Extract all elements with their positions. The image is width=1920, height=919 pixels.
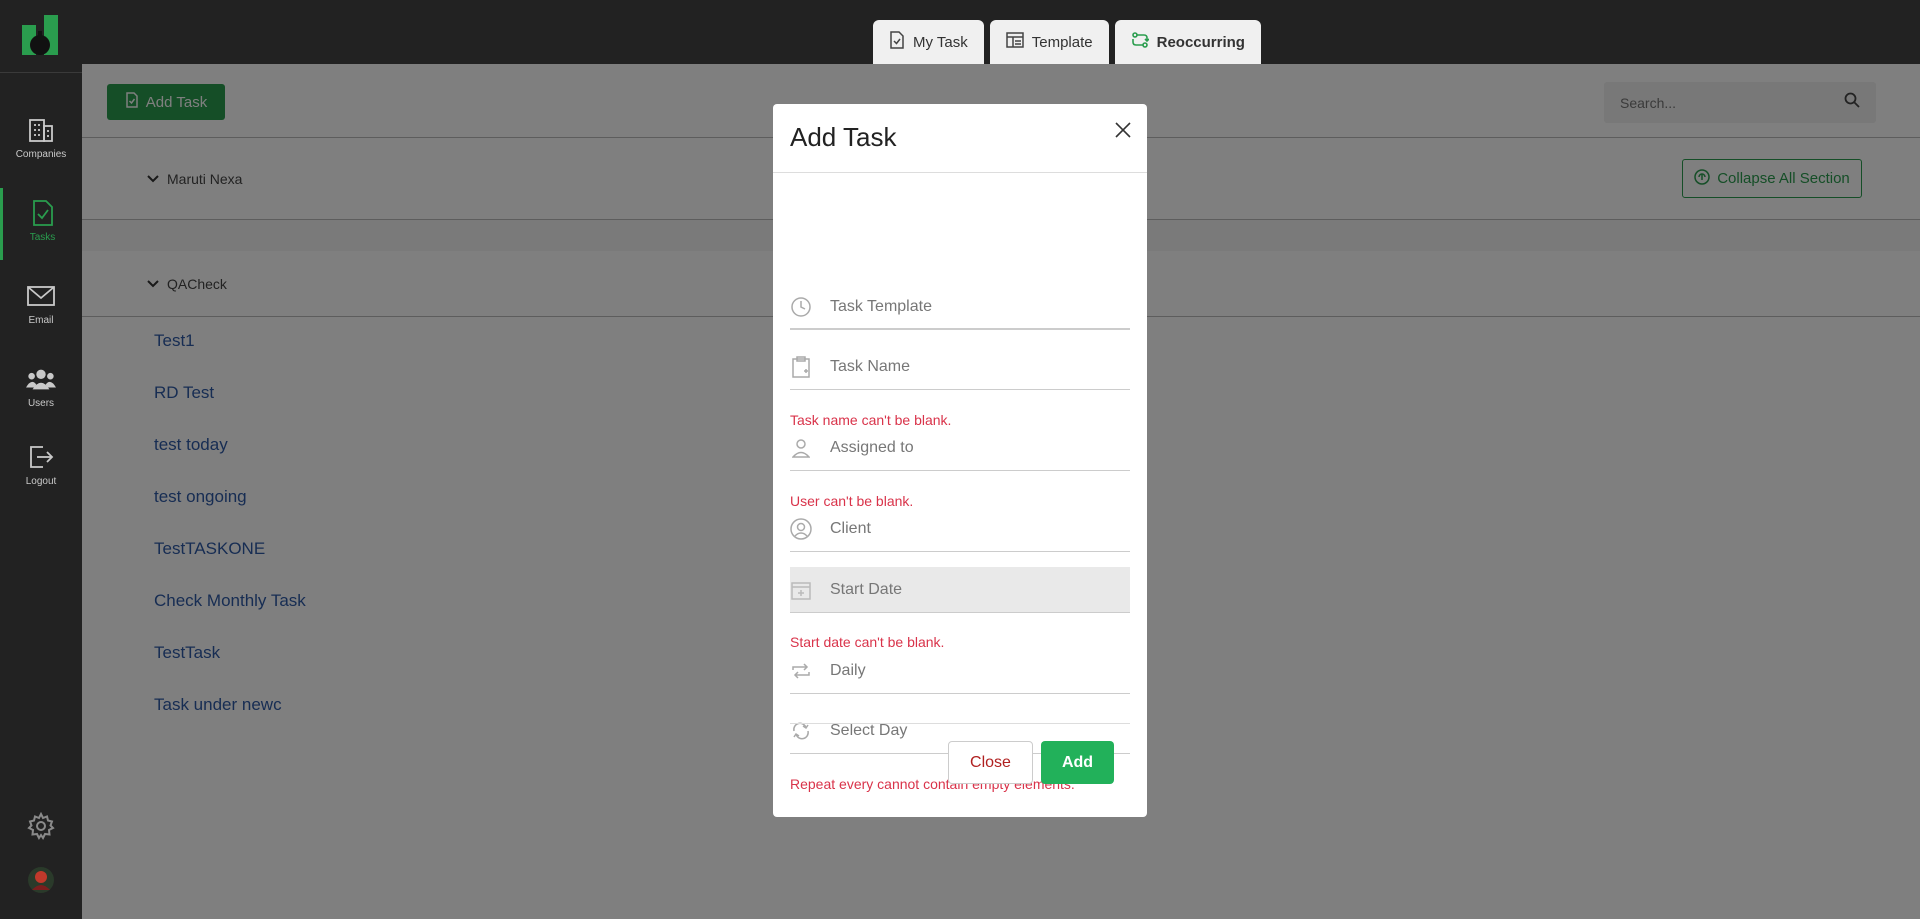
field-placeholder: Assigned to xyxy=(830,438,914,456)
tab-reoccurring[interactable]: Reoccurring xyxy=(1114,20,1261,64)
footer-divider xyxy=(790,723,1130,724)
users-icon xyxy=(26,364,56,394)
sidebar-item-label: Companies xyxy=(15,149,67,160)
sidebar-item-companies[interactable]: Companies xyxy=(0,105,82,177)
dialog-title: Add Task xyxy=(790,122,897,152)
template-icon xyxy=(1005,32,1024,52)
sidebar-item-label: Logout xyxy=(25,476,57,487)
tab-bar: My Task Template Reoccurring xyxy=(873,20,1261,64)
user-icon xyxy=(790,437,812,459)
field-value: Daily xyxy=(830,661,866,679)
recurring-icon xyxy=(1131,31,1150,53)
sidebar-item-logout[interactable]: Logout xyxy=(0,432,82,504)
tab-label: Reoccurring xyxy=(1156,33,1245,51)
field-placeholder: Client xyxy=(830,519,871,537)
tab-label: My Task xyxy=(913,33,968,51)
logout-icon xyxy=(26,442,56,472)
sidebar-item-users[interactable]: Users xyxy=(0,354,82,426)
repeat-icon xyxy=(790,660,812,682)
avatar[interactable] xyxy=(0,866,82,894)
sidebar-item-label: Email xyxy=(28,315,54,326)
task-name-input[interactable]: Task Name xyxy=(790,344,1130,390)
tab-template[interactable]: Template xyxy=(989,20,1109,64)
sidebar-item-label: Tasks xyxy=(29,232,56,243)
client-select[interactable]: Client xyxy=(790,506,1130,552)
clock-icon xyxy=(790,296,812,318)
task-template-select[interactable]: Task Template xyxy=(790,284,1130,330)
assigned-to-select[interactable]: Assigned to xyxy=(790,425,1130,471)
clipboard-icon xyxy=(790,355,812,378)
close-icon[interactable] xyxy=(1111,118,1135,142)
sidebar-item-email[interactable]: Email xyxy=(0,271,82,343)
app-logo-icon[interactable] xyxy=(20,15,60,57)
field-placeholder: Start Date xyxy=(830,580,903,598)
task-check-icon xyxy=(28,198,58,228)
divider xyxy=(773,172,1147,173)
add-button[interactable]: Add xyxy=(1041,741,1114,784)
add-task-dialog: Add Task Task Template Task Name Task na… xyxy=(773,104,1147,817)
field-placeholder: Select Day xyxy=(830,721,908,739)
tab-my-task[interactable]: My Task xyxy=(873,20,984,64)
sidebar-divider xyxy=(0,72,82,73)
start-date-input[interactable]: Start Date xyxy=(790,567,1130,613)
field-placeholder: Task Name xyxy=(830,357,911,375)
field-placeholder: Task Template xyxy=(830,297,932,315)
sidebar-item-label: Users xyxy=(27,398,55,409)
building-icon xyxy=(26,115,56,145)
client-icon xyxy=(790,517,812,540)
task-file-icon xyxy=(889,31,905,53)
envelope-icon xyxy=(26,281,56,311)
frequency-select[interactable]: Daily xyxy=(790,648,1130,694)
top-bar: My Task Template Reoccurring xyxy=(82,0,1920,64)
gear-icon[interactable] xyxy=(0,812,82,840)
close-button[interactable]: Close xyxy=(948,741,1033,784)
sidebar: Companies Tasks Email Users Logout xyxy=(0,0,82,919)
tab-label: Template xyxy=(1031,33,1093,51)
sidebar-item-tasks[interactable]: Tasks xyxy=(0,188,82,260)
calendar-icon xyxy=(790,579,812,601)
